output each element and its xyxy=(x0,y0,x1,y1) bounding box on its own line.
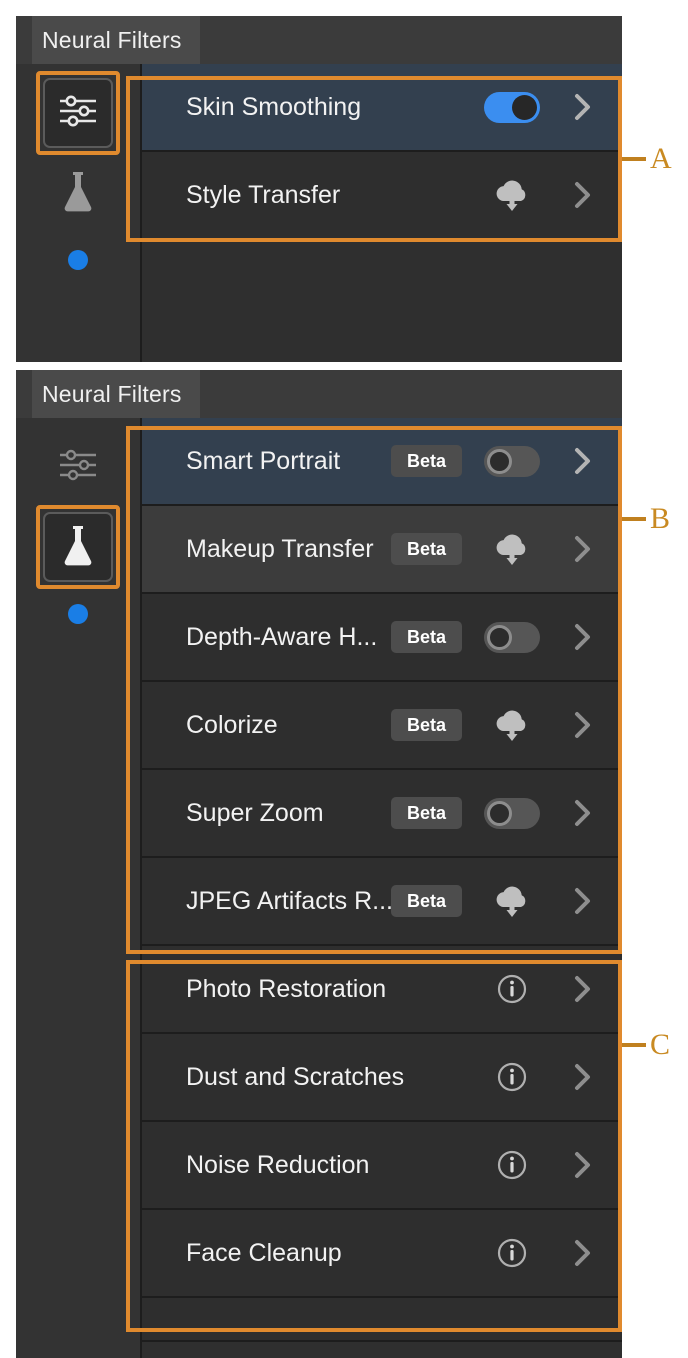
chevron-right-icon[interactable] xyxy=(570,974,596,1004)
chevron-right-icon[interactable] xyxy=(570,1150,596,1180)
filter-row-makeup-transfer[interactable]: Makeup Transfer Beta xyxy=(142,506,622,594)
toggle-depth-aware-haze[interactable] xyxy=(484,621,540,653)
filter-label: Noise Reduction xyxy=(186,1150,370,1179)
annotation-leader-a xyxy=(622,157,646,161)
annotation-label-c: C xyxy=(650,1028,671,1061)
flask-icon xyxy=(59,523,97,572)
chevron-right-icon[interactable] xyxy=(570,1062,596,1092)
info-icon[interactable] xyxy=(484,972,540,1006)
chevron-right-icon[interactable] xyxy=(570,180,596,210)
chevron-right-icon[interactable] xyxy=(570,92,596,122)
status-dot-a xyxy=(68,250,88,270)
toggle-super-zoom[interactable] xyxy=(484,797,540,829)
filter-row-depth-aware-haze[interactable]: Depth-Aware H... Beta xyxy=(142,594,622,682)
annotation-label-a: A xyxy=(650,142,672,175)
rail-button-sliders-b[interactable] xyxy=(43,432,113,502)
filter-row-dust-and-scratches[interactable]: Dust and Scratches xyxy=(142,1034,622,1122)
panel-a-filter-list: Skin Smoothing Style Transfer xyxy=(142,64,622,362)
cloud-download-icon[interactable] xyxy=(484,178,540,212)
top-margin xyxy=(0,0,688,16)
chevron-right-icon[interactable] xyxy=(570,710,596,740)
beta-badge: Beta xyxy=(390,885,462,917)
toggle-knob xyxy=(487,624,512,650)
neural-filters-panel-b: Neural Filters Smart Portrait Beta Makeu… xyxy=(16,370,622,1358)
beta-badge: Beta xyxy=(390,445,462,477)
sliders-icon xyxy=(57,94,99,133)
rail-button-flask-b[interactable] xyxy=(36,505,120,589)
annotation-label-b: B xyxy=(650,502,671,535)
panel-b-filter-list: Smart Portrait Beta Makeup Transfer Beta xyxy=(142,418,622,1358)
cloud-download-icon[interactable] xyxy=(484,884,540,918)
filter-row-smart-portrait[interactable]: Smart Portrait Beta xyxy=(142,418,622,506)
left-margin xyxy=(0,0,16,1358)
toggle-smart-portrait[interactable] xyxy=(484,445,540,477)
beta-badge: Beta xyxy=(390,533,462,565)
panel-b-body: Smart Portrait Beta Makeup Transfer Beta xyxy=(16,418,622,1358)
toggle-skin-smoothing[interactable] xyxy=(484,91,540,123)
chevron-right-icon[interactable] xyxy=(570,622,596,652)
filter-label: Photo Restoration xyxy=(186,974,387,1003)
chevron-right-icon[interactable] xyxy=(570,798,596,828)
toggle-knob xyxy=(487,448,512,474)
filter-row-skin-smoothing[interactable]: Skin Smoothing xyxy=(142,64,622,152)
chevron-right-icon[interactable] xyxy=(570,1238,596,1268)
cloud-download-icon[interactable] xyxy=(484,532,540,566)
neural-filters-panel-a: Neural Filters Skin Smoothing Style Tran… xyxy=(16,16,622,362)
beta-badge: Beta xyxy=(390,709,462,741)
rail-button-sliders-a[interactable] xyxy=(36,71,120,155)
panel-b-tab[interactable]: Neural Filters xyxy=(32,370,200,418)
beta-badge: Beta xyxy=(390,621,462,653)
filter-row-face-cleanup[interactable]: Face Cleanup xyxy=(142,1210,622,1298)
annotation-leader-b xyxy=(622,517,646,521)
filter-row-noise-reduction[interactable]: Noise Reduction xyxy=(142,1122,622,1210)
info-icon[interactable] xyxy=(484,1236,540,1270)
filter-label: Makeup Transfer xyxy=(186,534,374,563)
filter-row-jpeg-artifacts-removal[interactable]: JPEG Artifacts R... Beta xyxy=(142,858,622,946)
filter-label: Dust and Scratches xyxy=(186,1062,405,1091)
screenshot-root: Neural Filters Skin Smoothing Style Tran… xyxy=(0,0,688,1358)
toggle-knob xyxy=(512,94,537,120)
filter-label: Face Cleanup xyxy=(186,1238,342,1267)
filter-row-super-zoom[interactable]: Super Zoom Beta xyxy=(142,770,622,858)
panel-a-tab[interactable]: Neural Filters xyxy=(32,16,200,64)
panel-a-rail xyxy=(16,64,142,362)
info-icon[interactable] xyxy=(484,1148,540,1182)
status-dot-b xyxy=(68,604,88,624)
rail-button-flask-a[interactable] xyxy=(43,158,113,228)
filter-row-partial-cutoff[interactable] xyxy=(142,1298,622,1342)
chevron-right-icon[interactable] xyxy=(570,446,596,476)
sliders-icon xyxy=(57,448,99,487)
filter-row-photo-restoration[interactable]: Photo Restoration xyxy=(142,946,622,1034)
filter-label: Colorize xyxy=(186,710,278,739)
info-icon[interactable] xyxy=(484,1060,540,1094)
flask-icon xyxy=(59,169,97,218)
filter-label: Super Zoom xyxy=(186,798,324,827)
panel-b-rail xyxy=(16,418,142,1358)
filter-label: Depth-Aware H... xyxy=(186,622,378,651)
chevron-right-icon[interactable] xyxy=(570,886,596,916)
chevron-right-icon[interactable] xyxy=(570,534,596,564)
panel-a-body: Skin Smoothing Style Transfer xyxy=(16,64,622,362)
beta-badge: Beta xyxy=(390,797,462,829)
annotation-leader-c xyxy=(622,1043,646,1047)
filter-label: Style Transfer xyxy=(186,180,341,209)
filter-row-colorize[interactable]: Colorize Beta xyxy=(142,682,622,770)
filter-row-style-transfer[interactable]: Style Transfer xyxy=(142,152,622,240)
cloud-download-icon[interactable] xyxy=(484,708,540,742)
toggle-knob xyxy=(487,800,512,826)
filter-label: JPEG Artifacts R... xyxy=(186,886,391,915)
filter-label: Smart Portrait xyxy=(186,446,341,475)
right-margin xyxy=(622,0,688,1358)
filter-label: Skin Smoothing xyxy=(186,92,362,121)
